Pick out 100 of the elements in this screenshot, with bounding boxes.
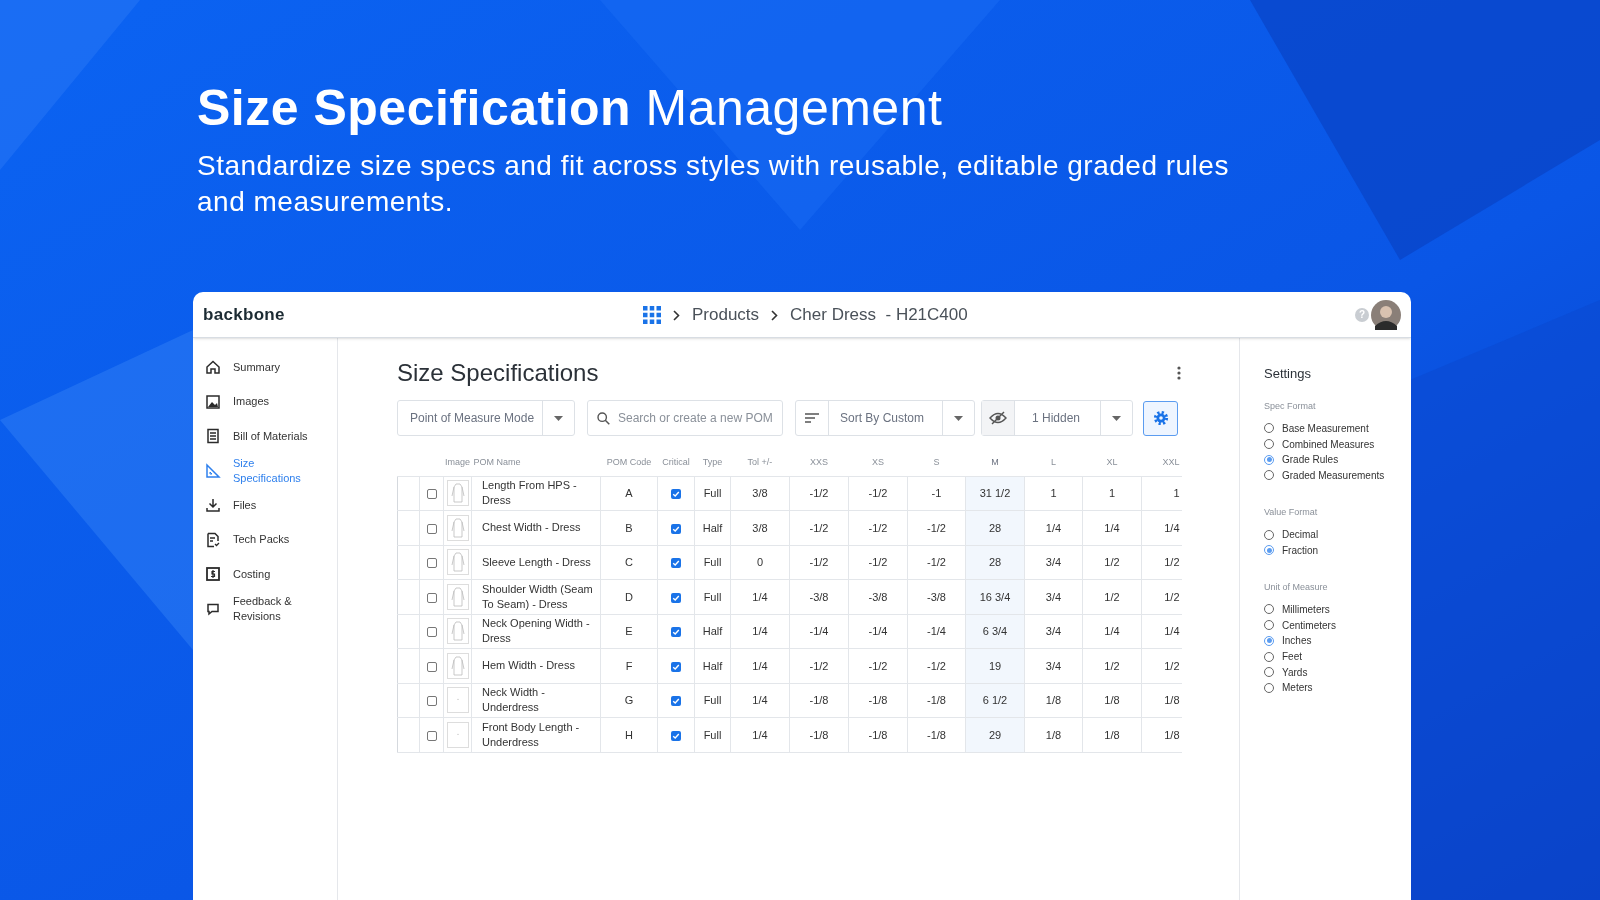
table-cell: Half bbox=[694, 648, 731, 683]
table-cell: 1/4 bbox=[730, 614, 790, 649]
table-cell: 1/4 bbox=[1082, 614, 1142, 649]
row-checkbox[interactable] bbox=[426, 523, 437, 534]
sidebar-item[interactable]: Costing bbox=[193, 557, 337, 592]
caret-down-icon bbox=[1112, 415, 1121, 421]
group-label: Value Format bbox=[1264, 505, 1319, 519]
radio-option[interactable]: Fraction bbox=[1264, 543, 1411, 557]
critical-checkbox[interactable] bbox=[671, 592, 681, 603]
row-checkbox[interactable] bbox=[426, 696, 437, 707]
subtitle: Standardize size specs and fit across styles with reusable, editable graded rules and measurements. bbox=[197, 149, 1230, 219]
avatar[interactable] bbox=[1371, 299, 1401, 330]
radio-option[interactable]: Graded Measurements bbox=[1264, 469, 1411, 482]
table-cell: 3/4 bbox=[1024, 579, 1083, 614]
home-icon bbox=[205, 359, 221, 376]
table-cell: 3/4 bbox=[1024, 545, 1083, 580]
table-cell: Neck Opening Width - Dress bbox=[471, 614, 601, 649]
table-cell: Neck Width - Underdress bbox=[471, 683, 601, 718]
sidebar-item[interactable]: Summary bbox=[193, 350, 337, 385]
table-cell: -1/2 bbox=[789, 510, 849, 545]
table-cell: 3/4 bbox=[1024, 648, 1083, 683]
table-cell: 3/8 bbox=[730, 476, 790, 511]
table-cell: Full bbox=[694, 476, 731, 511]
dress-thumbnail bbox=[446, 652, 469, 679]
radio-option[interactable]: Yards bbox=[1264, 665, 1411, 679]
table-cell: 6 1/2 bbox=[965, 683, 1025, 718]
table-cell: -1/8 bbox=[789, 683, 849, 718]
mode-dropdown[interactable]: Point of Measure Mode bbox=[397, 400, 575, 436]
row-checkbox[interactable] bbox=[426, 730, 437, 741]
table-cell: 28 bbox=[965, 545, 1025, 580]
table-cell: -1/2 bbox=[848, 510, 908, 545]
table-cell: 1/4 bbox=[730, 579, 790, 614]
chevron-right-icon bbox=[673, 309, 680, 321]
table-cell: 19 bbox=[965, 648, 1025, 683]
table-cell: Chest Width - Dress bbox=[471, 510, 601, 545]
table-cell: C bbox=[600, 545, 658, 580]
breadcrumb-link[interactable]: Products bbox=[692, 302, 760, 328]
column-header: POM Name bbox=[471, 450, 601, 476]
radio-option[interactable]: Grade Rules bbox=[1264, 453, 1411, 467]
eye-off-icon bbox=[989, 411, 1007, 425]
hidden-columns-dropdown[interactable]: 1 Hidden bbox=[981, 400, 1133, 436]
more-icon[interactable] bbox=[1177, 366, 1181, 380]
apps-grid-icon[interactable] bbox=[643, 306, 661, 324]
sidebar-item[interactable]: Bill of Materials bbox=[193, 419, 337, 454]
table-cell: Shoulder Width (Seam To Seam) - Dress bbox=[471, 579, 601, 614]
critical-checkbox[interactable] bbox=[671, 627, 681, 638]
breadcrumb-link[interactable]: Cher Dress - H21C400 bbox=[790, 302, 968, 328]
logo[interactable]: backbone bbox=[203, 301, 285, 328]
table-cell: 3/8 bbox=[730, 510, 790, 545]
critical-checkbox[interactable] bbox=[671, 661, 681, 672]
table-cell: 1/2 bbox=[1082, 648, 1142, 683]
table-cell: Hem Width - Dress bbox=[471, 648, 601, 683]
table-cell: -1/2 bbox=[848, 476, 908, 511]
table-cell: B bbox=[600, 510, 658, 545]
row-checkbox[interactable] bbox=[426, 627, 437, 638]
search-field[interactable]: Search or create a new POM bbox=[587, 400, 783, 436]
critical-checkbox[interactable] bbox=[671, 558, 681, 569]
group-label: Spec Format bbox=[1264, 399, 1317, 413]
radio-option[interactable]: Inches bbox=[1264, 634, 1411, 648]
sidebar-item[interactable]: Tech Packs bbox=[193, 522, 337, 557]
image-placeholder bbox=[446, 721, 469, 748]
radio-option[interactable]: Decimal bbox=[1264, 528, 1411, 541]
table-cell: G bbox=[600, 683, 658, 718]
row-checkbox[interactable] bbox=[426, 489, 437, 500]
critical-checkbox[interactable] bbox=[671, 489, 681, 500]
table-cell: 1/2 bbox=[1082, 545, 1142, 580]
radio-option[interactable]: Millimeters bbox=[1264, 603, 1411, 616]
table-cell: 1/4 bbox=[730, 648, 790, 683]
table-cell: F bbox=[600, 648, 658, 683]
sort-dropdown[interactable]: Sort By Custom bbox=[795, 400, 975, 436]
table-cell: D bbox=[600, 579, 658, 614]
sidebar-item[interactable]: Images bbox=[193, 384, 337, 419]
table-cell: 1/4 bbox=[730, 717, 790, 752]
column-header: Tol +/- bbox=[730, 450, 790, 476]
table-cell: 1/8 bbox=[1082, 717, 1142, 752]
radio-option[interactable]: Centimeters bbox=[1264, 618, 1411, 632]
table-cell: 1 bbox=[1024, 476, 1083, 511]
radio-option[interactable]: Combined Measures bbox=[1264, 437, 1411, 451]
table-cell: Half bbox=[694, 614, 731, 649]
table-cell: -1/8 bbox=[848, 717, 908, 752]
column-header: Image bbox=[443, 450, 472, 476]
critical-checkbox[interactable] bbox=[671, 730, 681, 741]
critical-checkbox[interactable] bbox=[671, 523, 681, 534]
table-cell: -1/2 bbox=[789, 476, 849, 511]
row-checkbox[interactable] bbox=[426, 558, 437, 569]
settings-button[interactable] bbox=[1143, 400, 1178, 436]
radio-option[interactable]: Feet bbox=[1264, 650, 1411, 663]
table-cell: -3/8 bbox=[789, 579, 849, 614]
row-checkbox[interactable] bbox=[426, 592, 437, 603]
table-cell: -1/4 bbox=[907, 614, 966, 649]
critical-checkbox[interactable] bbox=[671, 696, 681, 707]
sidebar-item[interactable]: Size Specifications bbox=[193, 453, 337, 488]
column-header: XS bbox=[848, 450, 908, 476]
dress-thumbnail bbox=[446, 618, 469, 645]
image-icon bbox=[205, 393, 221, 410]
sidebar-item[interactable]: Files bbox=[193, 488, 337, 523]
radio-option[interactable]: Base Measurement bbox=[1264, 422, 1411, 435]
row-checkbox[interactable] bbox=[426, 661, 437, 672]
sidebar-item[interactable]: Feedback & Revisions bbox=[193, 591, 337, 626]
radio-option[interactable]: Meters bbox=[1264, 681, 1411, 695]
